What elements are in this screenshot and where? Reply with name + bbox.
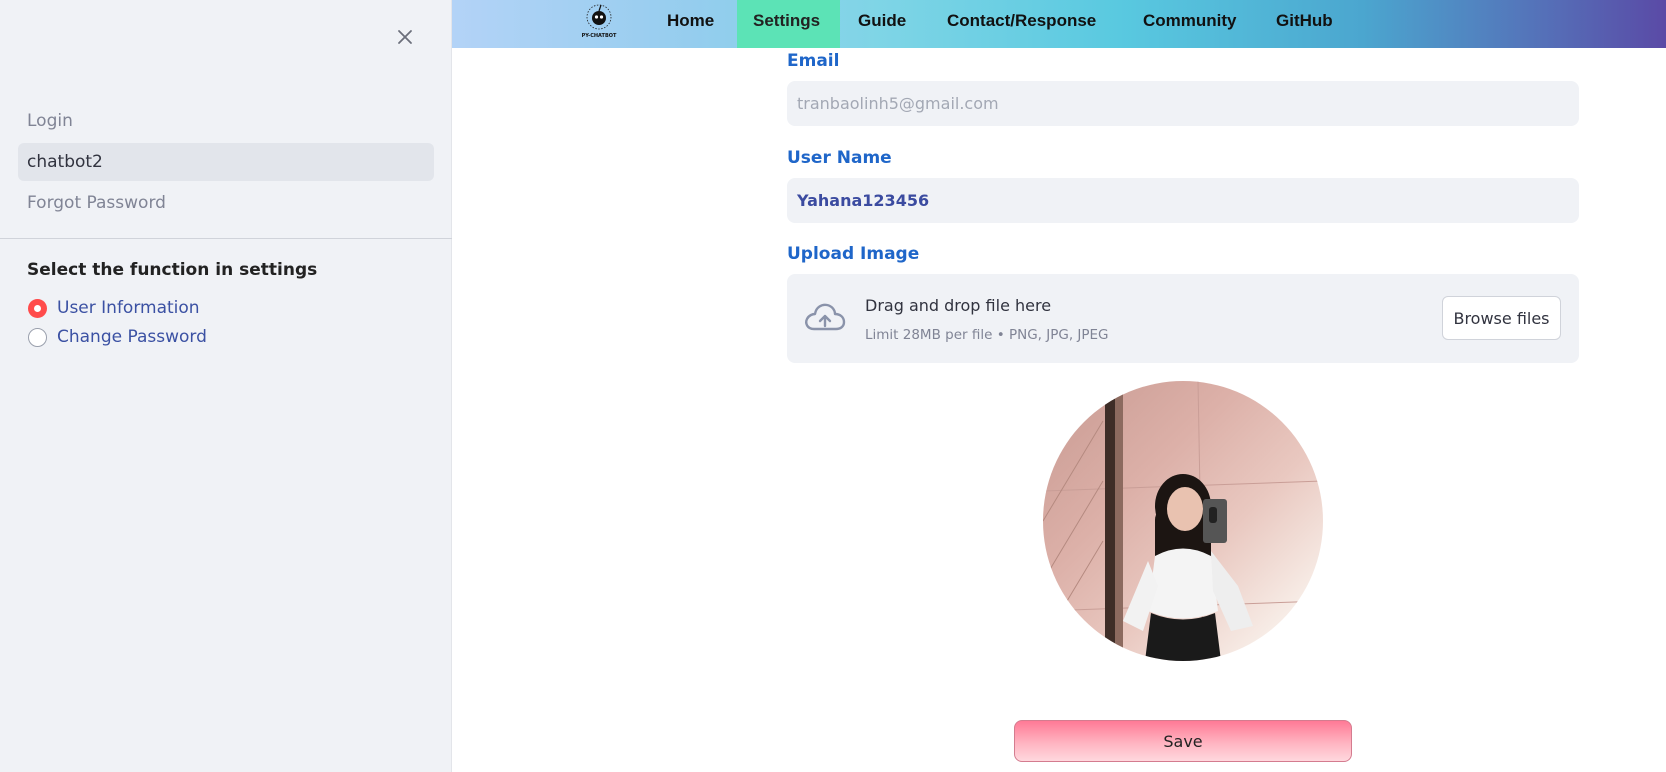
email-field[interactable]: tranbaolinh5@gmail.com — [787, 81, 1579, 126]
profile-image-preview — [1043, 381, 1323, 661]
radio-label: Change Password — [57, 327, 207, 347]
radio-user-information[interactable]: User Information — [28, 298, 200, 318]
sidebar-divider — [0, 238, 452, 239]
sidebar: Login chatbot2 Forgot Password Select th… — [0, 0, 452, 772]
nav-github[interactable]: GitHub — [1260, 0, 1349, 48]
cloud-upload-icon — [805, 303, 846, 331]
settings-function-heading: Select the function in settings — [27, 260, 318, 280]
profile-photo — [1043, 381, 1323, 661]
browse-files-button[interactable]: Browse files — [1442, 296, 1561, 340]
sidebar-item-forgot-password[interactable]: Forgot Password — [18, 184, 434, 222]
radio-label: User Information — [57, 298, 200, 318]
nav-contact-response[interactable]: Contact/Response — [931, 0, 1112, 48]
top-navbar: PY-CHATBOT Home Settings Guide Contact/R… — [452, 0, 1666, 48]
upload-image-label: Upload Image — [787, 244, 920, 264]
email-label: Email — [787, 51, 840, 71]
radio-unselected-icon[interactable] — [28, 327, 47, 347]
nav-home[interactable]: Home — [651, 0, 730, 48]
close-icon[interactable] — [394, 26, 416, 48]
upload-instruction: Drag and drop file here — [865, 296, 1052, 315]
radio-selected-icon[interactable] — [28, 298, 47, 318]
sidebar-item-login[interactable]: Login — [18, 102, 434, 140]
radio-change-password[interactable]: Change Password — [28, 327, 207, 347]
sidebar-item-chatbot2[interactable]: chatbot2 — [18, 143, 434, 181]
username-label: User Name — [787, 148, 892, 168]
save-button[interactable]: Save — [1014, 720, 1352, 762]
file-uploader-dropzone[interactable]: Drag and drop file here Limit 28MB per f… — [787, 274, 1579, 363]
chatbot-logo[interactable]: PY-CHATBOT — [574, 2, 624, 40]
sidebar-nav: Login chatbot2 Forgot Password — [18, 102, 434, 225]
logo-text: PY-CHATBOT — [582, 33, 617, 39]
nav-settings[interactable]: Settings — [737, 0, 840, 48]
nav-guide[interactable]: Guide — [842, 0, 922, 48]
nav-community[interactable]: Community — [1127, 0, 1253, 48]
username-field[interactable]: Yahana123456 — [787, 178, 1579, 223]
upload-limit-text: Limit 28MB per file • PNG, JPG, JPEG — [865, 327, 1109, 343]
